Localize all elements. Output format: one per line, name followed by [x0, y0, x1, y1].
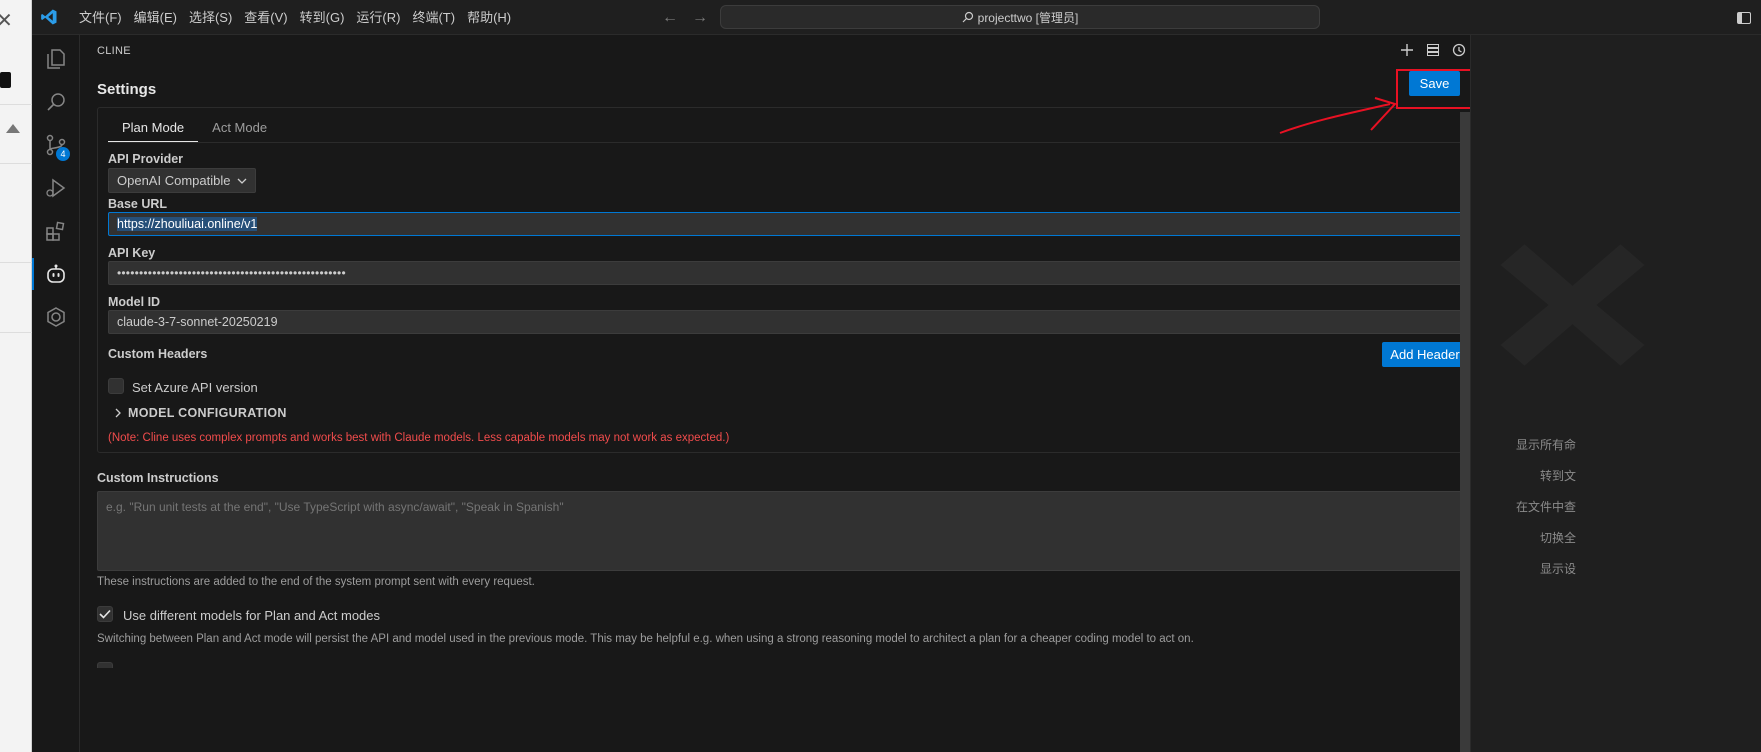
- model-warning-note: (Note: Cline uses complex prompts and wo…: [108, 432, 730, 444]
- mcp-servers-button[interactable]: [1424, 41, 1442, 59]
- custom-headers-label: Custom Headers: [108, 347, 208, 361]
- cline-robot-icon: [47, 264, 65, 283]
- tab-plan-mode[interactable]: Plan Mode: [108, 114, 199, 142]
- cline-button[interactable]: [32, 250, 80, 298]
- menu-go[interactable]: 转到(G): [294, 6, 351, 30]
- azure-api-version-checkbox[interactable]: [108, 378, 124, 394]
- run-debug-button[interactable]: [32, 164, 80, 212]
- menu-bar: 文件(F) 编辑(E) 选择(S) 查看(V) 转到(G) 运行(R) 终端(T…: [73, 0, 517, 35]
- model-configuration-toggle[interactable]: MODEL CONFIGURATION: [114, 406, 287, 420]
- cline-panel: CLINE Settings Plan Mode Act Mode API Pr…: [81, 35, 1570, 752]
- model-id-input[interactable]: claude-3-7-sonnet-20250219: [108, 310, 1486, 334]
- settings-title: Settings: [97, 81, 157, 98]
- extensions-icon: [46, 221, 65, 241]
- divider: [0, 262, 32, 263]
- base-url-input[interactable]: https://zhouliuai.online/v1: [108, 212, 1486, 236]
- history-button[interactable]: [1450, 41, 1468, 59]
- menu-file[interactable]: 文件(F): [73, 6, 128, 30]
- divider: [0, 104, 32, 105]
- menu-help[interactable]: 帮助(H): [461, 6, 517, 30]
- command-center[interactable]: projecttwo [管理员]: [720, 5, 1320, 29]
- hexagon-icon: [47, 307, 65, 327]
- search-icon: [962, 11, 973, 23]
- model-id-value: claude-3-7-sonnet-20250219: [117, 315, 278, 329]
- azure-api-version-label: Set Azure API version: [132, 380, 258, 395]
- search-button[interactable]: [32, 78, 80, 126]
- window-title: projecttwo [管理员]: [977, 10, 1079, 25]
- different-models-label: Use different models for Plan and Act mo…: [123, 608, 381, 623]
- shortcut-find-in-files: 在文件中查: [1516, 500, 1577, 514]
- divider: [0, 332, 32, 333]
- plus-icon: [1401, 44, 1413, 56]
- custom-instructions-label: Custom Instructions: [97, 471, 219, 485]
- panel-scrollbar[interactable]: [1460, 112, 1470, 752]
- back-arrow-icon[interactable]: ←: [662, 9, 678, 27]
- add-header-button[interactable]: Add Header: [1382, 342, 1468, 367]
- custom-instructions-textarea[interactable]: [97, 491, 1495, 571]
- base-url-label: Base URL: [108, 197, 168, 211]
- files-icon: [47, 49, 65, 69]
- different-models-checkbox[interactable]: [97, 606, 113, 622]
- background-window-sliver: ✕: [0, 0, 32, 752]
- chevron-down-icon: [237, 178, 247, 184]
- menu-run[interactable]: 运行(R): [350, 6, 406, 30]
- server-icon: [1427, 44, 1439, 56]
- api-key-input[interactable]: ••••••••••••••••••••••••••••••••••••••••…: [108, 261, 1486, 285]
- api-key-value: ••••••••••••••••••••••••••••••••••••••••…: [117, 266, 346, 280]
- menu-view[interactable]: 查看(V): [238, 6, 293, 30]
- menu-selection[interactable]: 选择(S): [183, 6, 238, 30]
- api-key-label: API Key: [108, 246, 156, 260]
- explorer-button[interactable]: [32, 35, 80, 83]
- layout-controls: [1737, 0, 1751, 35]
- vscode-watermark-icon: [1500, 244, 1645, 366]
- different-models-help: Switching between Plan and Act mode will…: [97, 633, 1194, 645]
- forward-arrow-icon[interactable]: →: [692, 9, 708, 27]
- annotation-arrow: [1279, 97, 1397, 134]
- activity-bar: 4: [32, 35, 80, 752]
- menu-terminal[interactable]: 终端(T): [406, 6, 461, 30]
- api-provider-value: OpenAI Compatible: [117, 173, 231, 188]
- search-icon: [47, 93, 65, 111]
- shortcut-show-settings: 显示设: [1540, 562, 1577, 576]
- run-debug-icon: [46, 178, 66, 198]
- model-configuration-label: MODEL CONFIGURATION: [128, 406, 287, 420]
- divider: [0, 163, 32, 164]
- next-checkbox-partial[interactable]: [97, 662, 113, 668]
- tab-act-mode[interactable]: Act Mode: [198, 114, 281, 142]
- tab-divider: [108, 142, 1484, 143]
- menu-edit[interactable]: 编辑(E): [128, 6, 183, 30]
- collapse-up-icon[interactable]: [6, 124, 20, 133]
- base-url-value: https://zhouliuai.online/v1: [117, 217, 258, 231]
- close-icon[interactable]: ✕: [0, 8, 13, 33]
- shortcut-show-all-commands: 显示所有命: [1516, 438, 1577, 452]
- mode-tabs: Plan Mode Act Mode: [108, 114, 281, 142]
- history-icon: [1452, 43, 1466, 57]
- source-control-button[interactable]: 4: [32, 121, 80, 169]
- toggle-sidebar-icon[interactable]: [1737, 11, 1751, 24]
- shortcut-toggle-fullscreen: 切换全: [1540, 531, 1577, 545]
- check-icon: [99, 609, 111, 619]
- title-bar: 文件(F) 编辑(E) 选择(S) 查看(V) 转到(G) 运行(R) 终端(T…: [32, 0, 1761, 35]
- api-provider-dropdown[interactable]: OpenAI Compatible: [108, 168, 256, 193]
- navigation-arrows: ← →: [662, 0, 708, 35]
- custom-instructions-help: These instructions are added to the end …: [97, 576, 535, 588]
- vscode-logo-icon: [41, 9, 57, 25]
- editor-area: 显示所有命 转到文 在文件中查 切换全 显示设: [1470, 35, 1761, 752]
- api-configuration-card: Plan Mode Act Mode API Provider OpenAI C…: [97, 107, 1495, 453]
- panel-header: CLINE: [97, 45, 131, 57]
- api-provider-label: API Provider: [108, 152, 184, 166]
- model-id-label: Model ID: [108, 295, 161, 309]
- remote-button[interactable]: [32, 293, 80, 341]
- shortcut-go-to-file: 转到文: [1540, 469, 1577, 483]
- chevron-right-icon: [115, 408, 121, 418]
- source-control-badge: 4: [56, 147, 70, 161]
- extensions-button[interactable]: [32, 207, 80, 255]
- new-task-button[interactable]: [1398, 41, 1416, 59]
- tab-marker: [0, 72, 11, 88]
